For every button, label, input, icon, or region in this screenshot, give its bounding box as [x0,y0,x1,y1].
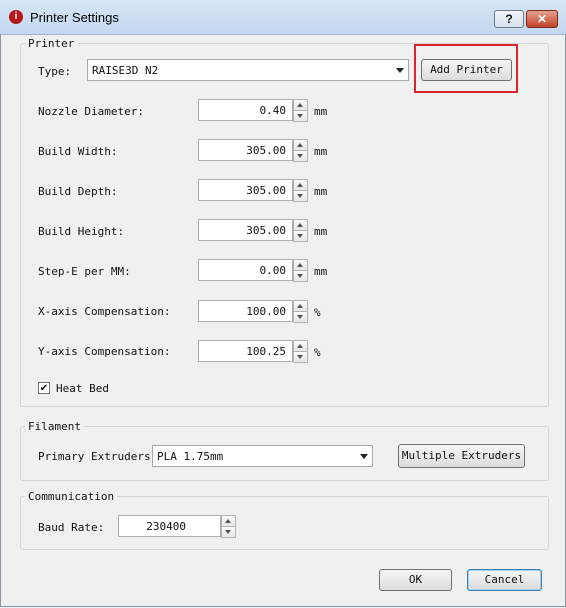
x-compensation-value: 100.00 [246,305,286,318]
heat-bed-checkbox[interactable]: ✔ [38,382,50,394]
build-height-spinner[interactable] [293,219,308,242]
build-width-spinner[interactable] [293,139,308,162]
spin-down-icon[interactable] [221,526,236,538]
window-title: Printer Settings [30,10,119,25]
primary-extruders-label: Primary Extruders: [38,450,158,463]
baud-rate-value: 230400 [146,520,186,533]
spin-down-icon[interactable] [293,150,308,162]
step-e-value: 0.00 [259,264,287,277]
baud-rate-label: Baud Rate: [38,521,105,534]
x-compensation-input[interactable]: 100.00 [198,300,293,322]
build-height-label: Build Height: [38,225,125,238]
build-width-unit: mm [314,145,328,158]
baud-rate-input[interactable]: 230400 [118,515,221,537]
heat-bed-label: Heat Bed [56,382,109,395]
baud-rate-spinner[interactable] [221,515,236,538]
step-e-label: Step-E per MM: [38,265,131,278]
spin-down-icon[interactable] [293,311,308,323]
step-e-spinner[interactable] [293,259,308,282]
build-height-value: 305.00 [246,224,286,237]
multiple-extruders-button[interactable]: Multiple Extruders [398,444,525,468]
nozzle-diameter-spinner[interactable] [293,99,308,122]
x-compensation-unit: % [314,306,321,319]
nozzle-diameter-value: 0.40 [259,104,287,117]
build-depth-unit: mm [314,185,328,198]
ok-button[interactable]: OK [379,569,452,591]
y-compensation-label: Y-axis Compensation: [38,345,171,358]
y-compensation-spinner[interactable] [293,340,308,363]
x-compensation-spinner[interactable] [293,300,308,323]
build-depth-spinner[interactable] [293,179,308,202]
printer-type-value: RAISE3D N2 [92,64,159,77]
help-button[interactable]: ? [494,10,524,28]
type-label: Type: [38,65,72,78]
y-compensation-value: 100.25 [246,345,286,358]
spin-down-icon[interactable] [293,270,308,282]
printer-type-select[interactable]: RAISE3D N2 [87,59,409,81]
check-icon: ✔ [39,383,49,394]
build-depth-label: Build Depth: [38,185,118,198]
build-width-label: Build Width: [38,145,118,158]
step-e-input[interactable]: 0.00 [198,259,293,281]
spin-down-icon[interactable] [293,190,308,202]
nozzle-diameter-label: Nozzle Diameter: [38,105,144,118]
communication-group-label: Communication [25,490,118,503]
chevron-down-icon [360,454,368,459]
build-width-value: 305.00 [246,144,286,157]
filament-group-label: Filament [25,420,84,433]
spin-down-icon[interactable] [293,230,308,242]
primary-extruders-select[interactable]: PLA 1.75mm [152,445,373,467]
build-height-input[interactable]: 305.00 [198,219,293,241]
add-printer-button[interactable]: Add Printer [421,59,512,81]
build-width-input[interactable]: 305.00 [198,139,293,161]
primary-extruders-value: PLA 1.75mm [157,450,224,463]
build-depth-value: 305.00 [246,184,286,197]
y-compensation-input[interactable]: 100.25 [198,340,293,362]
x-compensation-label: X-axis Compensation: [38,305,171,318]
step-e-unit: mm [314,265,328,278]
close-button[interactable]: ✕ [526,10,558,28]
y-compensation-unit: % [314,346,321,359]
build-height-unit: mm [314,225,328,238]
printer-group-label: Printer [25,37,78,50]
cancel-button[interactable]: Cancel [467,569,542,591]
chevron-down-icon [396,68,404,73]
app-icon: i [9,10,23,24]
spin-down-icon[interactable] [293,351,308,363]
nozzle-diameter-input[interactable]: 0.40 [198,99,293,121]
build-depth-input[interactable]: 305.00 [198,179,293,201]
spin-down-icon[interactable] [293,110,308,122]
nozzle-diameter-unit: mm [314,105,328,118]
